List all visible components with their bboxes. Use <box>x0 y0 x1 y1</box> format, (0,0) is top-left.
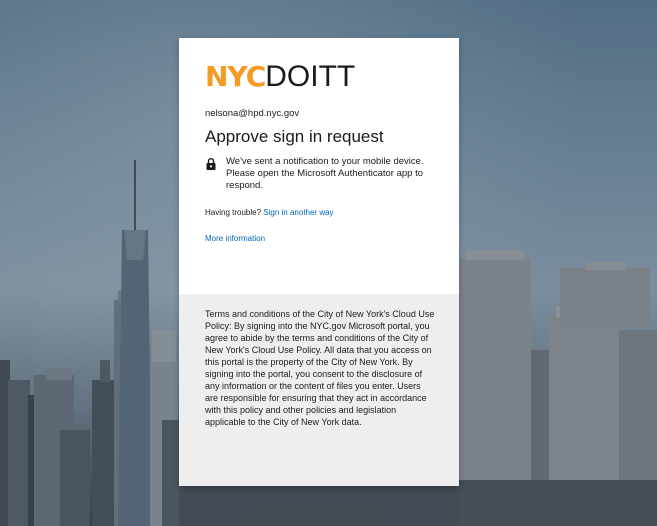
account-email: nelsona@hpd.nyc.gov <box>205 108 300 119</box>
trouble-label: Having trouble? <box>205 208 262 217</box>
authenticator-notice: We've sent a notification to your mobile… <box>205 156 445 192</box>
sign-in-panel: NYC DOITT nelsona@hpd.nyc.gov Approve si… <box>179 38 459 294</box>
nyc-doitt-logo: NYC DOITT <box>205 60 355 94</box>
logo-doitt-text: DOITT <box>265 60 356 93</box>
lock-icon <box>206 158 216 170</box>
terms-text: Terms and conditions of the City of New … <box>205 309 435 427</box>
sign-in-another-way-link[interactable]: Sign in another way <box>263 208 333 217</box>
trouble-line: Having trouble? Sign in another way <box>205 208 334 217</box>
page-title: Approve sign in request <box>205 127 384 146</box>
logo-nyc-text: NYC <box>205 60 266 93</box>
more-information-link[interactable]: More information <box>205 234 265 243</box>
notice-text: We've sent a notification to your mobile… <box>226 156 424 191</box>
sign-in-card: NYC DOITT nelsona@hpd.nyc.gov Approve si… <box>179 38 459 486</box>
terms-footer: Terms and conditions of the City of New … <box>179 294 459 486</box>
